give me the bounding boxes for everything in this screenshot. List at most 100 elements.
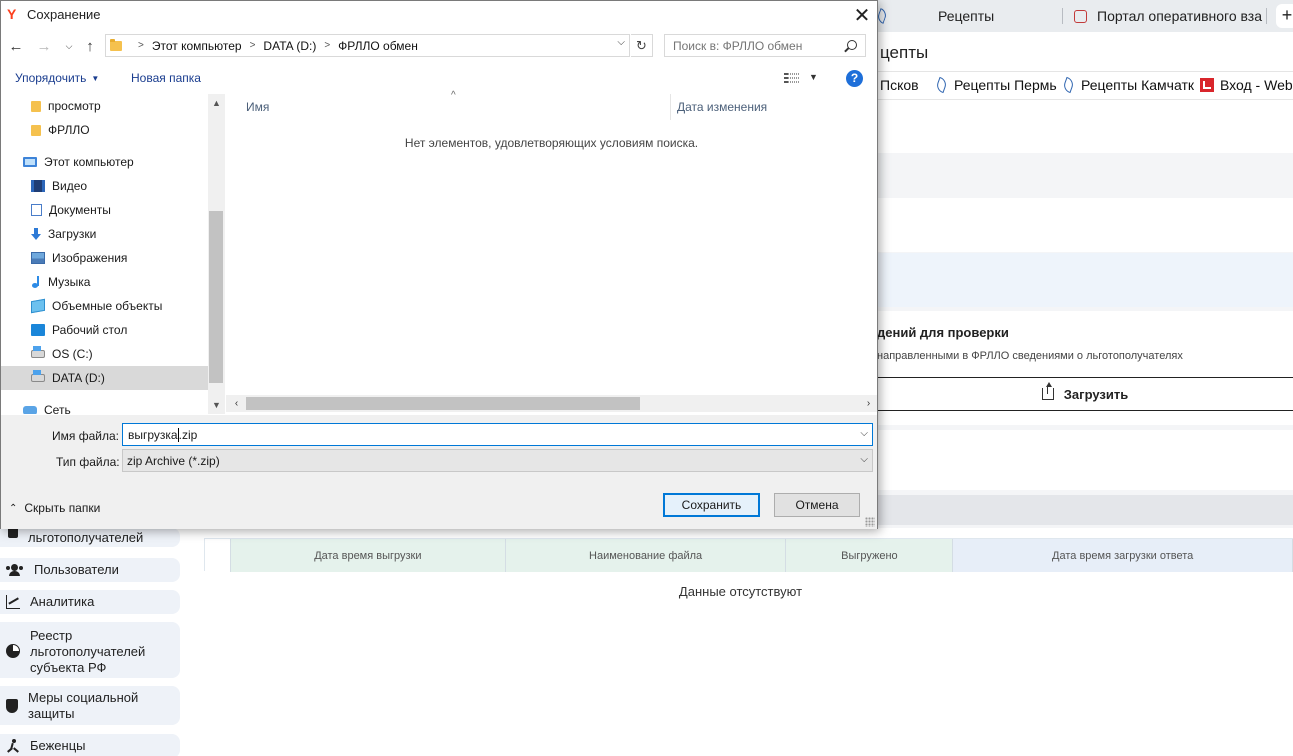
- chevron-down-icon: ⌵: [65, 40, 73, 51]
- tree-item-label: Документы: [49, 203, 111, 217]
- section-subtitle: направленными в ФРЛЛО сведениями о льгот…: [877, 350, 1183, 362]
- feather-icon: [934, 76, 949, 94]
- tree-item-this-pc[interactable]: Этот компьютер: [1, 150, 208, 174]
- scroll-down-icon[interactable]: ▼: [208, 396, 225, 413]
- tree-item-music[interactable]: Музыка: [1, 270, 208, 294]
- tree-item-pictures[interactable]: Изображения: [1, 246, 208, 270]
- up-button[interactable]: ↑: [80, 35, 100, 57]
- organize-button[interactable]: Упорядочить ▼: [15, 71, 99, 85]
- page-title: цепты: [880, 43, 929, 62]
- arrow-up-icon: ↑: [86, 37, 94, 55]
- column-separator[interactable]: [670, 94, 671, 120]
- empty-table-message: Данные отсутствуют: [678, 584, 803, 599]
- folder-icon: [31, 124, 41, 136]
- upload-button[interactable]: Загрузить: [877, 377, 1293, 411]
- tree-item-documents[interactable]: Документы: [1, 198, 208, 222]
- content-panel: [877, 198, 1293, 252]
- refresh-button[interactable]: ↻: [631, 34, 653, 57]
- chart-icon: [6, 595, 20, 609]
- breadcrumb-data-drive[interactable]: DATA (D:): [263, 39, 316, 53]
- app-sidebar: льготополучателей Пользователи Аналитика…: [0, 524, 188, 756]
- scroll-right-icon[interactable]: ›: [860, 395, 877, 412]
- sidebar-item-social-measures[interactable]: Меры социальной защиты: [0, 686, 180, 725]
- tab-separator: [1266, 8, 1267, 24]
- tree-item-data-d[interactable]: DATA (D:): [1, 366, 208, 390]
- desktop-icon: [31, 324, 45, 336]
- chevron-down-icon[interactable]: ⌵: [617, 37, 625, 48]
- recent-locations-button[interactable]: ⌵: [59, 35, 79, 57]
- filename-value-part: выгрузка: [128, 427, 178, 442]
- caret-down-icon[interactable]: ▼: [809, 72, 818, 82]
- scroll-up-icon[interactable]: ▲: [208, 94, 225, 111]
- tree-item-label: Изображения: [52, 251, 128, 265]
- column-header[interactable]: Выгружено: [786, 539, 954, 572]
- tree-item-desktop[interactable]: Рабочий стол: [1, 318, 208, 342]
- data-table: Дата время выгрузки Наименование файла В…: [188, 528, 1293, 756]
- chevron-down-icon[interactable]: ⌵: [860, 428, 868, 439]
- tree-item-label: ФРЛЛО: [48, 123, 90, 137]
- column-date-modified[interactable]: Дата изменения: [677, 94, 877, 120]
- tree-item-label: DATA (D:): [52, 371, 105, 385]
- content-panel: [877, 101, 1293, 153]
- bookmark-webinar[interactable]: Вход - Webin: [1200, 77, 1293, 93]
- view-options-icon[interactable]: [784, 73, 800, 84]
- tree-item-os-c[interactable]: OS (C:): [1, 342, 208, 366]
- cancel-button[interactable]: Отмена: [774, 493, 860, 517]
- tree-item-frllo[interactable]: ФРЛЛО: [1, 118, 208, 142]
- folder-icon: [31, 100, 41, 112]
- forward-button[interactable]: →: [34, 35, 54, 57]
- scrollbar-thumb[interactable]: [246, 397, 640, 410]
- filetype-value: zip Archive (*.zip): [127, 453, 220, 468]
- tree-item-video[interactable]: Видео: [1, 174, 208, 198]
- search-input[interactable]: [673, 38, 843, 53]
- new-folder-button[interactable]: Новая папка: [131, 71, 201, 85]
- close-button[interactable]: ✕: [847, 1, 877, 29]
- breadcrumb[interactable]: > Этот компьютер > DATA (D:) > ФРЛЛО обм…: [105, 34, 630, 57]
- scrollbar-thumb[interactable]: [209, 211, 223, 383]
- empty-folder-message: Нет элементов, удовлетворяющих условиям …: [404, 136, 699, 150]
- tree-item-network[interactable]: Сеть: [1, 398, 208, 414]
- sidebar-item-users[interactable]: Пользователи: [0, 558, 180, 582]
- new-tab-button[interactable]: +: [1276, 4, 1293, 28]
- tree-item-3d-objects[interactable]: Объемные объекты: [1, 294, 208, 318]
- tree-item-label: Объемные объекты: [52, 299, 163, 313]
- tree-item-downloads[interactable]: Загрузки: [1, 222, 208, 246]
- tab-recipes[interactable]: Рецепты: [875, 0, 994, 32]
- sidebar-item-analytics[interactable]: Аналитика: [0, 590, 180, 614]
- breadcrumb-frllo-folder[interactable]: ФРЛЛО обмен: [338, 39, 418, 53]
- hide-folders-button[interactable]: ⌃ Скрыть папки: [9, 501, 100, 515]
- column-header[interactable]: Наименование файла: [505, 539, 787, 572]
- filetype-select[interactable]: zip Archive (*.zip) ⌵: [122, 449, 873, 472]
- tab-label: Портал оперативного вза: [1097, 8, 1262, 24]
- column-name[interactable]: Имя: [246, 94, 671, 120]
- resize-grip-icon[interactable]: [865, 517, 875, 527]
- column-header[interactable]: Дата время выгрузки: [230, 539, 506, 572]
- breadcrumb-this-pc[interactable]: Этот компьютер: [152, 39, 242, 53]
- column-header[interactable]: Дата время загрузки ответа: [953, 539, 1293, 572]
- dialog-title: Сохранение: [27, 7, 101, 22]
- filename-value-part: .zip: [178, 427, 198, 442]
- bookmark-perm[interactable]: Рецепты Пермь: [934, 76, 1057, 94]
- navigation-scrollbar[interactable]: ▲ ▼: [208, 94, 225, 414]
- sidebar-item-beneficiaries[interactable]: льготополучателей: [0, 524, 180, 547]
- upload-label: Загрузить: [1063, 386, 1129, 402]
- sidebar-item-label: Пользователи: [34, 562, 119, 577]
- scroll-left-icon[interactable]: ‹: [228, 395, 245, 412]
- close-icon: ✕: [853, 4, 871, 27]
- search-icon: [847, 40, 857, 50]
- help-button[interactable]: ?: [846, 70, 863, 87]
- search-box[interactable]: [664, 34, 866, 57]
- documents-icon: [31, 204, 42, 216]
- tab-portal[interactable]: Портал оперативного вза: [1074, 0, 1262, 32]
- file-list-scrollbar[interactable]: ‹ ›: [226, 395, 877, 412]
- sidebar-item-refugees[interactable]: Беженцы: [0, 734, 180, 756]
- save-button[interactable]: Сохранить: [663, 493, 760, 517]
- tree-item-prosmotr[interactable]: просмотр: [1, 94, 208, 118]
- back-button[interactable]: ←: [6, 35, 26, 57]
- bookmark-pskov[interactable]: Псков: [880, 77, 919, 93]
- bookmark-kamchatka[interactable]: Рецепты Камчатк: [1061, 76, 1194, 94]
- pictures-icon: [31, 252, 45, 264]
- filename-input[interactable]: выгрузка .zip ⌵: [122, 423, 873, 446]
- sidebar-item-registry[interactable]: Реестр льготополучателей субъекта РФ: [0, 622, 180, 678]
- column-date-label: Дата изменения: [677, 100, 768, 114]
